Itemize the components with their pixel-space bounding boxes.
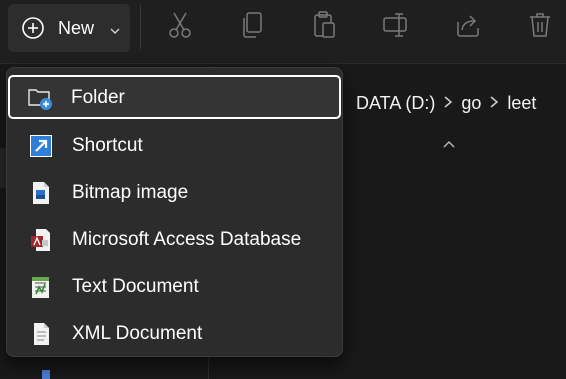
menu-item-bitmap-image[interactable]: Bitmap image: [10, 171, 340, 213]
new-folder-icon: [27, 85, 53, 111]
menu-item-xml-document[interactable]: XML Document: [10, 312, 340, 354]
menu-item-access-database[interactable]: Microsoft Access Database: [10, 218, 340, 260]
chevron-right-icon[interactable]: [443, 93, 453, 114]
copy-icon[interactable]: [238, 10, 266, 40]
plus-circle-icon: [21, 16, 45, 40]
menu-item-label: Shortcut: [72, 135, 143, 156]
command-bar: New: [0, 0, 566, 64]
chevron-right-icon[interactable]: [489, 93, 499, 114]
cut-icon[interactable]: [166, 10, 194, 40]
text-document-icon: [28, 274, 54, 300]
access-database-icon: [28, 227, 54, 253]
menu-item-folder[interactable]: Folder: [8, 75, 341, 119]
sort-ascending-icon[interactable]: [442, 136, 456, 148]
breadcrumb-item-leet[interactable]: leet: [507, 93, 536, 114]
menu-item-label: XML Document: [72, 323, 203, 344]
menu-item-label: Folder: [71, 87, 125, 108]
new-button[interactable]: New: [8, 4, 130, 52]
xml-document-icon: [28, 321, 54, 347]
menu-item-label: Bitmap image: [72, 182, 189, 203]
breadcrumb-item-drive[interactable]: DATA (D:): [356, 93, 435, 114]
breadcrumb-item-go[interactable]: go: [461, 93, 481, 114]
file-explorer-window: New DATA (D:) go leet Folder Shortcut Bi…: [0, 0, 566, 379]
menu-item-text-document[interactable]: Text Document: [10, 265, 340, 307]
shortcut-icon: [28, 133, 54, 159]
breadcrumb: DATA (D:) go leet: [342, 78, 566, 128]
chevron-down-icon: [110, 23, 120, 34]
menu-item-label: Text Document: [72, 276, 199, 297]
new-button-label: New: [58, 18, 95, 38]
menu-item-label: Microsoft Access Database: [72, 229, 302, 250]
rename-icon[interactable]: [382, 10, 410, 40]
new-item-menu: Folder Shortcut Bitmap image Microsoft A…: [6, 67, 343, 357]
toolbar-separator: [140, 5, 141, 49]
menu-item-shortcut[interactable]: Shortcut: [10, 124, 340, 166]
bitmap-image-icon: [28, 180, 54, 206]
paste-icon[interactable]: [310, 10, 338, 40]
delete-icon[interactable]: [526, 10, 554, 40]
share-icon[interactable]: [454, 10, 482, 40]
drive-icon: [42, 370, 50, 379]
